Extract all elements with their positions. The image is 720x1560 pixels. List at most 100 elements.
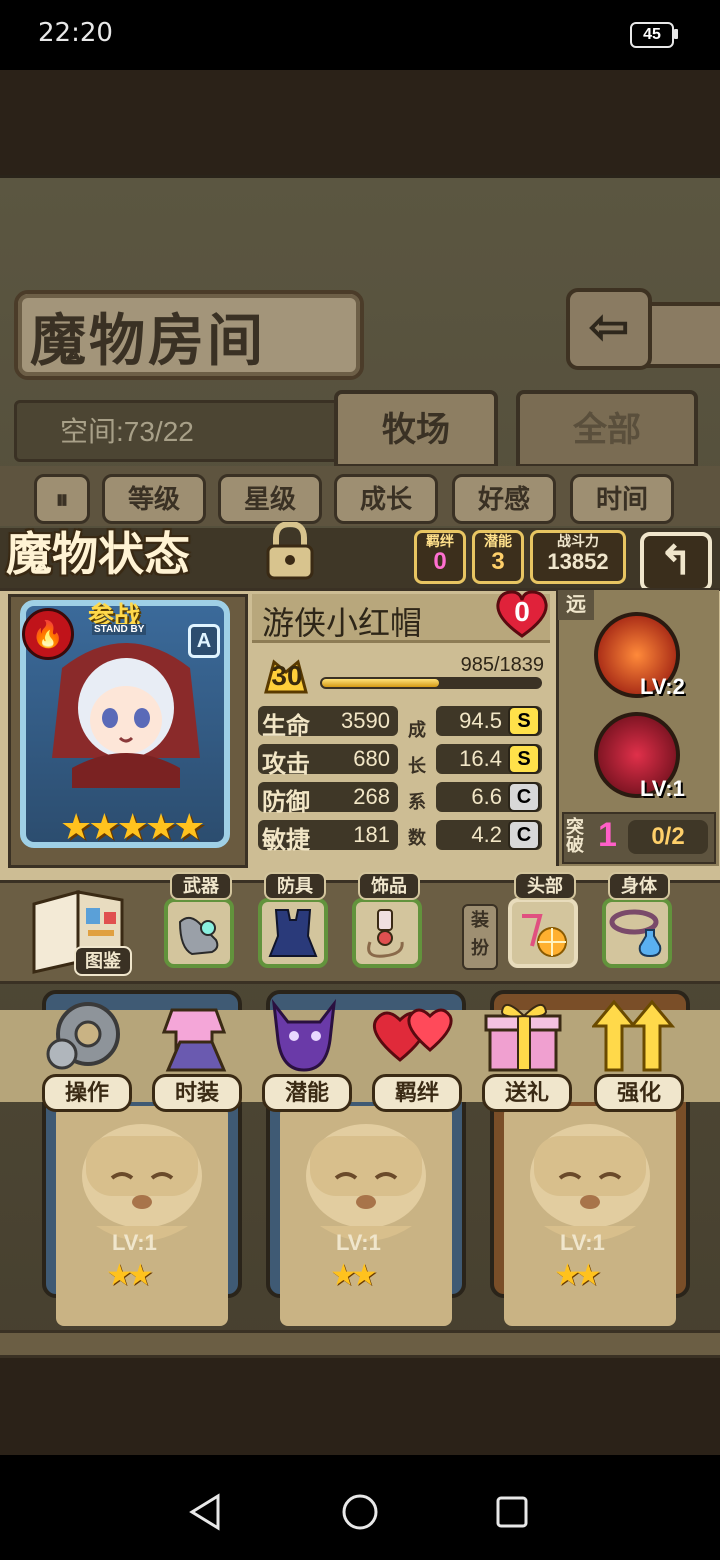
necklace-icon [367,909,404,958]
skill-2-level: LV:1 [640,776,685,801]
battery-tip [674,29,678,39]
potion-collar-icon [609,909,662,958]
growth-label-char: 成 [408,720,426,740]
body-slot-label: 身体 [608,872,670,900]
skill-1-level: LV:2 [640,674,685,699]
fire-element-icon: 🔥 [22,608,74,660]
accessory-slot[interactable] [352,898,422,968]
back-nav-icon[interactable] [184,1490,228,1534]
grade-badge-agility: C [508,820,540,850]
tab-all[interactable]: 全部 [516,390,698,468]
head-slot[interactable] [508,898,578,968]
home-nav-icon[interactable] [338,1490,382,1534]
power-value: 13852 [547,549,609,574]
bond-stat: 羁绊 0 [414,530,466,584]
stat-value-defense: 268 [353,784,390,809]
rank-badge: A [188,624,220,658]
sort-toggle-icon[interactable]: ⏸ [34,474,90,524]
recents-nav-icon[interactable] [490,1490,534,1534]
grade-badge-attack: S [508,744,540,774]
standby-sub-label: STAND BY [92,624,147,635]
exp-bar-fill [322,679,439,687]
card-stars: ★★ [330,1259,378,1292]
card-stars: ★★ [106,1259,154,1292]
action-label-enhance: 强化 [594,1074,684,1112]
growth-label-char: 长 [408,756,426,776]
stat-name-attack: 攻击 [262,751,310,778]
back-button[interactable]: ↰ [640,532,712,592]
weapon-slot-label: 武器 [170,872,232,900]
armor-slot[interactable] [258,898,328,968]
page-title: 魔物房间 [30,308,266,374]
grade-badge-hp: S [508,706,540,736]
filter-time[interactable]: 时间 [570,474,674,524]
space-count: 空间:73/22 [60,416,194,447]
grade-badge-defense: C [508,782,540,812]
armor-slot-label: 防具 [264,872,326,900]
breakthrough-progress: 0/2 [628,820,708,854]
stat-value-hp: 3590 [341,708,390,733]
potential-value: 3 [491,548,505,575]
action-label-operation: 操作 [42,1074,132,1112]
breakthrough-label: 突破 [566,817,584,855]
monster-name: 游侠小红帽 [262,605,423,641]
action-label-potential: 潜能 [262,1074,352,1112]
growth-value-defense: 6.6 [471,784,502,809]
growth-value-hp: 94.5 [459,708,502,733]
bottom-frame [0,1330,720,1358]
monster-card-art [504,1106,676,1326]
return-button[interactable]: ⇦ [566,288,652,370]
growth-value-attack: 16.4 [459,746,502,771]
filter-level[interactable]: 等级 [102,474,206,524]
monster-card-art [280,1106,452,1326]
filter-affection[interactable]: 好感 [452,474,556,524]
action-label-gift: 送礼 [482,1074,572,1112]
star-rating: ★★★★★ [60,806,205,847]
up-arrow-icon [590,999,676,1072]
card-level: LV:1 [112,1230,157,1255]
character-art [42,628,210,788]
clock: 22:20 [38,18,113,48]
weapon-slot[interactable] [164,898,234,968]
potential-label: 潜能 [484,533,512,549]
head-slot-label: 头部 [514,872,576,900]
bond-value: 0 [433,548,447,575]
action-label-bond: 羁绊 [372,1074,462,1112]
card-level: LV:1 [560,1230,605,1255]
body-slot[interactable] [602,898,672,968]
battery-icon: 45 [630,22,674,48]
hearts-icon [373,1008,453,1062]
growth-label-char: 系 [408,792,426,812]
stat-value-agility: 181 [353,822,390,847]
gift-icon [484,1004,562,1072]
lock-icon[interactable] [262,520,318,580]
breakthrough-value: 1 [598,816,617,854]
power-label: 战斗力 [557,533,599,549]
level-value: 30 [271,660,303,691]
filter-star[interactable]: 星级 [218,474,322,524]
potential-stat: 潜能 3 [472,530,524,584]
exp-text: 985/1839 [460,654,544,676]
card-stars: ★★ [554,1259,602,1292]
back-bar [644,302,720,368]
filter-growth[interactable]: 成长 [334,474,438,524]
armor-icon [268,909,318,957]
codex-label: 图鉴 [74,946,132,976]
stat-name-hp: 生命 [262,713,310,740]
growth-label-char: 数 [408,828,426,848]
dress-icon [161,1008,227,1072]
growth-value-agility: 4.2 [471,822,502,847]
stat-name-defense: 防御 [262,789,310,816]
gear-icon [46,1002,120,1070]
power-stat: 战斗力 13852 [530,530,626,584]
accessory-slot-label: 饰品 [358,872,420,900]
stat-value-attack: 680 [353,746,390,771]
state-title: 魔物状态 [6,527,190,581]
glove-icon [178,916,219,956]
tab-ranch[interactable]: 牧场 [334,390,498,468]
affinity-value: 0 [514,596,530,627]
action-label-fashion: 时装 [152,1074,242,1112]
range-tag: 远 [558,590,594,620]
monster-card-art [56,1106,228,1326]
bond-label: 羁绊 [426,533,454,549]
